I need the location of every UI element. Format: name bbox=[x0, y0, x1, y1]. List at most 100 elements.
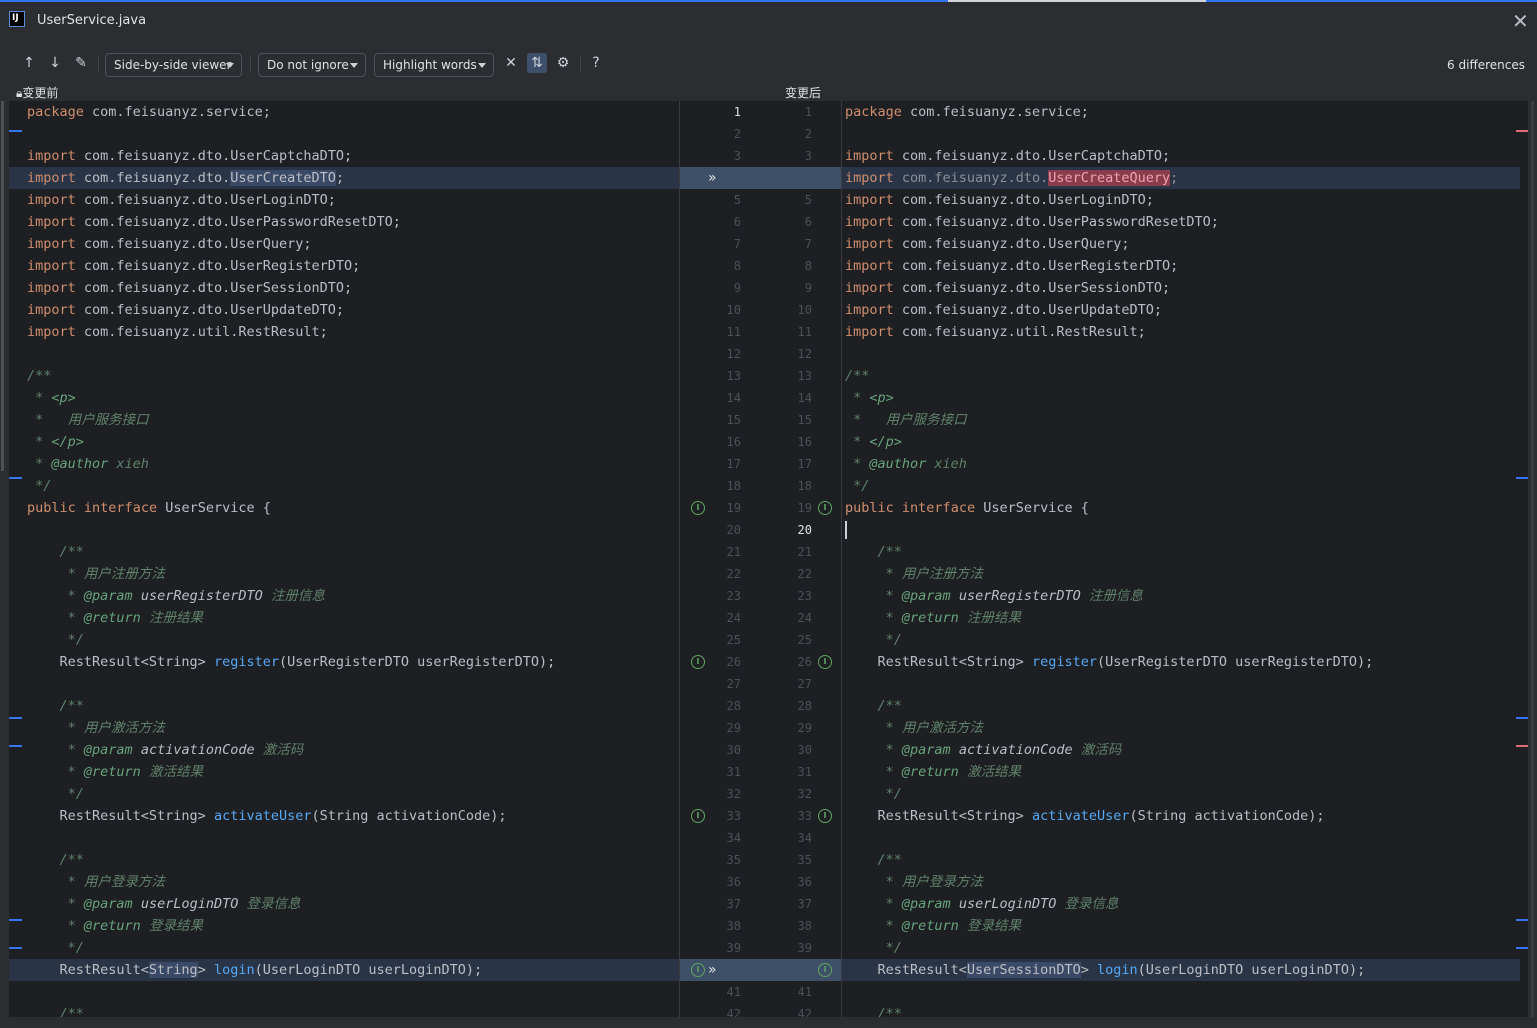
code-line[interactable]: /** bbox=[842, 849, 1520, 871]
code-line[interactable]: * @author xieh bbox=[842, 453, 1520, 475]
right-scroll-thumb[interactable] bbox=[1531, 101, 1534, 1017]
code-line[interactable] bbox=[842, 827, 1520, 849]
code-line[interactable]: import com.feisuanyz.dto.UserRegisterDTO… bbox=[842, 255, 1520, 277]
code-line[interactable]: * @param userLoginDTO 登录信息 bbox=[842, 893, 1520, 915]
code-line[interactable]: * </p> bbox=[9, 431, 679, 453]
code-line[interactable]: package com.feisuanyz.service; bbox=[842, 101, 1520, 123]
viewer-mode-dropdown[interactable]: Side-by-side viewer bbox=[105, 53, 242, 77]
collapse-unchanged-icon[interactable]: ✕ bbox=[501, 53, 521, 73]
code-line[interactable]: * @author xieh bbox=[9, 453, 679, 475]
code-line[interactable] bbox=[9, 827, 679, 849]
code-line[interactable]: */ bbox=[842, 629, 1520, 651]
code-line[interactable] bbox=[9, 981, 679, 1003]
code-line[interactable]: public interface UserService { bbox=[9, 497, 679, 519]
code-line[interactable] bbox=[9, 343, 679, 365]
code-line[interactable]: */ bbox=[9, 937, 679, 959]
code-line[interactable]: */ bbox=[842, 475, 1520, 497]
code-line[interactable]: * 用户激活方法 bbox=[9, 717, 679, 739]
code-line[interactable] bbox=[842, 343, 1520, 365]
implementation-gutter-icon[interactable]: I bbox=[818, 963, 832, 977]
change-marker[interactable] bbox=[9, 947, 22, 949]
left-editor-pane[interactable]: package com.feisuanyz.service; import com… bbox=[9, 101, 679, 1017]
code-line[interactable]: */ bbox=[842, 783, 1520, 805]
code-line[interactable]: package com.feisuanyz.service; bbox=[9, 101, 679, 123]
code-line[interactable]: * @return 激活结果 bbox=[842, 761, 1520, 783]
code-line[interactable]: RestResult<String> register(UserRegister… bbox=[9, 651, 679, 673]
code-line[interactable]: * @return 激活结果 bbox=[9, 761, 679, 783]
right-scrollbar[interactable] bbox=[1528, 101, 1537, 1017]
code-line[interactable]: public interface UserService { bbox=[842, 497, 1520, 519]
code-line[interactable]: RestResult<UserSessionDTO> login(UserLog… bbox=[842, 959, 1520, 981]
change-marker[interactable] bbox=[9, 130, 22, 132]
implementation-gutter-icon[interactable]: I bbox=[691, 501, 705, 515]
code-line[interactable]: /** bbox=[842, 541, 1520, 563]
code-line[interactable]: /** bbox=[842, 695, 1520, 717]
code-line[interactable]: * @param userLoginDTO 登录信息 bbox=[9, 893, 679, 915]
code-line[interactable]: * @return 注册结果 bbox=[9, 607, 679, 629]
code-line[interactable]: * </p> bbox=[842, 431, 1520, 453]
change-marker[interactable] bbox=[9, 477, 22, 479]
code-line[interactable]: import com.feisuanyz.dto.UserSessionDTO; bbox=[9, 277, 679, 299]
previous-difference-icon[interactable]: ↑ bbox=[19, 53, 39, 73]
diff-overview-strip[interactable] bbox=[1516, 101, 1529, 1017]
code-line[interactable]: * 用户登录方法 bbox=[842, 871, 1520, 893]
code-line[interactable]: /** bbox=[842, 1003, 1520, 1017]
implementation-gutter-icon[interactable]: I bbox=[818, 809, 832, 823]
code-line[interactable]: import com.feisuanyz.dto.UserLoginDTO; bbox=[842, 189, 1520, 211]
settings-gear-icon[interactable]: ⚙ bbox=[553, 53, 573, 73]
code-line[interactable]: import com.feisuanyz.dto.UserUpdateDTO; bbox=[842, 299, 1520, 321]
code-line[interactable] bbox=[9, 123, 679, 145]
code-line[interactable]: import com.feisuanyz.dto.UserCaptchaDTO; bbox=[842, 145, 1520, 167]
highlight-mode-dropdown[interactable]: Highlight words bbox=[374, 53, 494, 77]
change-marker[interactable] bbox=[9, 717, 22, 719]
code-line[interactable]: * 用户注册方法 bbox=[9, 563, 679, 585]
code-line[interactable] bbox=[842, 519, 1520, 541]
code-line[interactable]: import com.feisuanyz.dto.UserRegisterDTO… bbox=[9, 255, 679, 277]
code-line[interactable]: import com.feisuanyz.dto.UserPasswordRes… bbox=[9, 211, 679, 233]
code-line[interactable]: import com.feisuanyz.dto.UserQuery; bbox=[842, 233, 1520, 255]
code-line[interactable]: RestResult<String> login(UserLoginDTO us… bbox=[9, 959, 679, 981]
sync-scroll-icon[interactable]: ⇅ bbox=[527, 53, 547, 73]
code-line[interactable]: /** bbox=[9, 365, 679, 387]
edit-source-icon[interactable]: ✎ bbox=[71, 53, 91, 73]
code-line[interactable]: RestResult<String> activateUser(String a… bbox=[842, 805, 1520, 827]
code-line[interactable]: import com.feisuanyz.dto.UserCreateDTO; bbox=[9, 167, 679, 189]
code-line[interactable]: /** bbox=[9, 1003, 679, 1017]
code-line[interactable]: import com.feisuanyz.dto.UserQuery; bbox=[9, 233, 679, 255]
code-line[interactable] bbox=[842, 981, 1520, 1003]
code-line[interactable] bbox=[842, 123, 1520, 145]
code-line[interactable]: * @param userRegisterDTO 注册信息 bbox=[842, 585, 1520, 607]
code-line[interactable]: * <p> bbox=[842, 387, 1520, 409]
code-line[interactable]: /** bbox=[9, 541, 679, 563]
implementation-gutter-icon[interactable]: I bbox=[691, 655, 705, 669]
code-line[interactable]: * @param activationCode 激活码 bbox=[9, 739, 679, 761]
code-line[interactable]: import com.feisuanyz.dto.UserUpdateDTO; bbox=[9, 299, 679, 321]
code-line[interactable] bbox=[842, 673, 1520, 695]
code-line[interactable]: RestResult<String> activateUser(String a… bbox=[9, 805, 679, 827]
code-line[interactable]: /** bbox=[9, 695, 679, 717]
code-line[interactable] bbox=[9, 519, 679, 541]
ignore-whitespace-dropdown[interactable]: Do not ignore bbox=[258, 53, 366, 77]
implementation-gutter-icon[interactable]: I bbox=[691, 963, 705, 977]
code-line[interactable]: * 用户服务接口 bbox=[9, 409, 679, 431]
code-line[interactable]: */ bbox=[9, 629, 679, 651]
change-marker[interactable] bbox=[9, 919, 22, 921]
code-line[interactable]: * @return 注册结果 bbox=[842, 607, 1520, 629]
code-line[interactable]: /** bbox=[842, 365, 1520, 387]
implementation-gutter-icon[interactable]: I bbox=[691, 809, 705, 823]
code-line[interactable]: import com.feisuanyz.dto.UserCaptchaDTO; bbox=[9, 145, 679, 167]
code-line[interactable]: import com.feisuanyz.dto.UserSessionDTO; bbox=[842, 277, 1520, 299]
code-line[interactable]: RestResult<String> register(UserRegister… bbox=[842, 651, 1520, 673]
code-line[interactable]: * 用户服务接口 bbox=[842, 409, 1520, 431]
code-line[interactable]: import com.feisuanyz.util.RestResult; bbox=[9, 321, 679, 343]
code-line[interactable]: * 用户激活方法 bbox=[842, 717, 1520, 739]
code-line[interactable]: /** bbox=[9, 849, 679, 871]
help-icon[interactable]: ? bbox=[586, 53, 606, 73]
code-line[interactable]: */ bbox=[9, 783, 679, 805]
right-editor-pane[interactable]: package com.feisuanyz.service; import com… bbox=[842, 101, 1520, 1017]
code-line[interactable]: * @return 登录结果 bbox=[9, 915, 679, 937]
code-line[interactable] bbox=[9, 673, 679, 695]
code-line[interactable]: * <p> bbox=[9, 387, 679, 409]
code-line[interactable]: * 用户注册方法 bbox=[842, 563, 1520, 585]
code-line[interactable]: * @param activationCode 激活码 bbox=[842, 739, 1520, 761]
